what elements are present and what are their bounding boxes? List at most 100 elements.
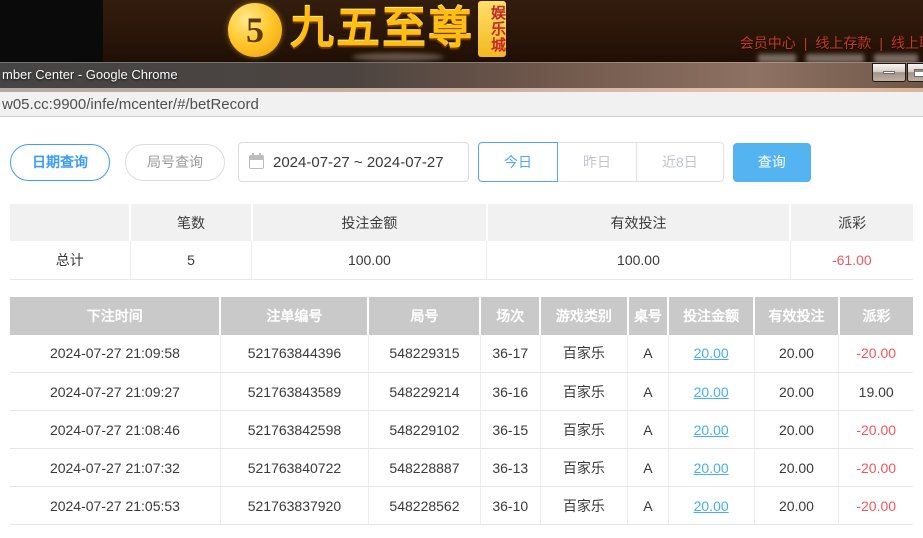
bet-id-cell: 521763837920 (220, 487, 368, 525)
quick-range-today[interactable]: 今日 (478, 142, 558, 182)
summary-total-row: 总计 5 100.00 100.00 -61.00 (10, 241, 913, 279)
bet-time-cell: 2024-07-27 21:08:46 (10, 411, 220, 449)
bet-time-cell: 2024-07-27 21:05:53 (10, 487, 220, 525)
header-table-no: 桌号 (628, 297, 669, 335)
nav-separator: | (879, 35, 883, 51)
bet-detail-table: 下注时间 注单编号 局号 场次 游戏类别 桌号 投注金额 有效投注 派彩 202… (10, 297, 913, 526)
bet-amount-link[interactable]: 20.00 (668, 449, 754, 487)
game-type-cell: 百家乐 (540, 449, 628, 487)
bet-row: 2024-07-27 21:09:27 521763843589 5482292… (10, 373, 913, 411)
header-bet-id: 注单编号 (220, 297, 368, 335)
quick-range-yesterday[interactable]: 昨日 (557, 142, 637, 182)
desktop-black-area (0, 0, 103, 62)
payout-cell: -20.00 (839, 411, 913, 449)
round-id-cell: 548229102 (368, 411, 480, 449)
payout-cell: -20.00 (839, 449, 913, 487)
nav-link-member-center[interactable]: 会员中心 (740, 35, 796, 51)
browser-url-bar[interactable]: w05.cc:9900/infe/mcenter/#/betRecord (0, 92, 923, 117)
brand-title: 九五至尊 (290, 1, 474, 57)
browser-titlebar[interactable]: mber Center - Google Chrome (0, 62, 923, 88)
header-payout: 派彩 (839, 297, 913, 335)
summary-header-bet-amount: 投注金额 (252, 204, 487, 241)
round-id-cell: 548229315 (368, 335, 480, 373)
header-valid-bet: 有效投注 (754, 297, 839, 335)
summary-header-row: 笔数 投注金额 有效投注 派彩 (10, 204, 913, 241)
window-title: mber Center - Google Chrome (2, 67, 178, 82)
summary-total-bet-amount: 100.00 (252, 241, 487, 279)
filter-toolbar: 日期查询 局号查询 2024-07-27 ~ 2024-07-27 今日 昨日 … (10, 142, 913, 182)
payout-cell: -20.00 (839, 335, 913, 373)
minimize-icon (883, 71, 895, 74)
nav-separator: | (804, 35, 808, 51)
nav-link-withdraw[interactable]: 线上取 (891, 35, 923, 51)
summary-total-count: 5 (130, 241, 252, 279)
session-cell: 36-15 (480, 411, 540, 449)
bet-amount-link[interactable]: 20.00 (668, 487, 754, 525)
session-cell: 36-10 (480, 487, 540, 525)
bet-row: 2024-07-27 21:08:46 521763842598 5482291… (10, 411, 913, 449)
round-id-cell: 548228887 (368, 449, 480, 487)
bet-amount-link[interactable]: 20.00 (668, 373, 754, 411)
round-id-cell: 548228562 (368, 487, 480, 525)
table-no-cell: A (628, 449, 669, 487)
bet-time-cell: 2024-07-27 21:07:32 (10, 449, 220, 487)
bet-amount-link[interactable]: 20.00 (668, 335, 754, 373)
nav-link-deposit[interactable]: 线上存款 (815, 35, 871, 51)
session-cell: 36-13 (480, 449, 540, 487)
bet-time-cell: 2024-07-27 21:09:27 (10, 373, 220, 411)
table-no-cell: A (628, 411, 669, 449)
summary-total-payout: -61.00 (790, 241, 913, 279)
table-no-cell: A (628, 373, 669, 411)
bet-id-cell: 521763842598 (220, 411, 368, 449)
summary-total-valid-bet: 100.00 (487, 241, 790, 279)
session-cell: 36-16 (480, 373, 540, 411)
valid-bet-cell: 20.00 (754, 373, 839, 411)
bet-id-cell: 521763844396 (220, 335, 368, 373)
date-range-input[interactable]: 2024-07-27 ~ 2024-07-27 (238, 142, 469, 182)
detail-header-row: 下注时间 注单编号 局号 场次 游戏类别 桌号 投注金额 有效投注 派彩 (10, 297, 913, 335)
minimize-button[interactable] (872, 63, 906, 82)
bet-id-cell: 521763843589 (220, 373, 368, 411)
game-type-cell: 百家乐 (540, 487, 628, 525)
window-controls (872, 63, 923, 82)
payout-cell: 19.00 (839, 373, 913, 411)
url-text: w05.cc:9900/infe/mcenter/#/betRecord (2, 96, 259, 113)
top-nav: 会员中心 | 线上存款 | 线上取 (740, 33, 923, 53)
site-header: 5 九五至尊 娱乐城 会员中心 | 线上存款 | 线上取 (0, 0, 923, 62)
bet-id-cell: 521763840722 (220, 449, 368, 487)
search-button[interactable]: 查询 (733, 143, 811, 182)
valid-bet-cell: 20.00 (754, 335, 839, 373)
game-type-cell: 百家乐 (540, 335, 628, 373)
summary-total-label: 总计 (10, 241, 130, 279)
brand-logo: 5 九五至尊 娱乐城 (228, 1, 506, 57)
bet-amount-link[interactable]: 20.00 (668, 411, 754, 449)
quick-range-last8days[interactable]: 近8日 (636, 142, 724, 182)
game-type-cell: 百家乐 (540, 373, 628, 411)
date-query-tab[interactable]: 日期查询 (10, 144, 110, 181)
header-session: 场次 (480, 297, 540, 335)
payout-cell: -20.00 (839, 487, 913, 525)
header-bet-time: 下注时间 (10, 297, 220, 335)
brand-badge: 娱乐城 (478, 1, 506, 57)
bet-row: 2024-07-27 21:07:32 521763840722 5482288… (10, 449, 913, 487)
round-query-tab[interactable]: 局号查询 (125, 144, 225, 181)
summary-header-blank (10, 204, 130, 241)
bet-row: 2024-07-27 21:05:53 521763837920 5482285… (10, 487, 913, 525)
header-round-id: 局号 (368, 297, 480, 335)
header-game-type: 游戏类别 (540, 297, 628, 335)
date-range-value: 2024-07-27 ~ 2024-07-27 (273, 154, 444, 171)
summary-header-valid-bet: 有效投注 (487, 204, 790, 241)
summary-header-count: 笔数 (130, 204, 252, 241)
header-bet-amount: 投注金额 (668, 297, 754, 335)
brand-logo-icon: 5 (228, 3, 282, 57)
maximize-button[interactable] (907, 63, 923, 82)
table-no-cell: A (628, 335, 669, 373)
summary-header-payout: 派彩 (790, 204, 913, 241)
logo-reflection-decoration (352, 53, 444, 61)
valid-bet-cell: 20.00 (754, 411, 839, 449)
screen: 5 九五至尊 娱乐城 会员中心 | 线上存款 | 线上取 mber Center - G… (0, 0, 923, 538)
valid-bet-cell: 20.00 (754, 449, 839, 487)
summary-table: 笔数 投注金额 有效投注 派彩 总计 5 100.00 100.00 -61.0… (10, 204, 913, 280)
table-no-cell: A (628, 487, 669, 525)
bet-time-cell: 2024-07-27 21:09:58 (10, 335, 220, 373)
